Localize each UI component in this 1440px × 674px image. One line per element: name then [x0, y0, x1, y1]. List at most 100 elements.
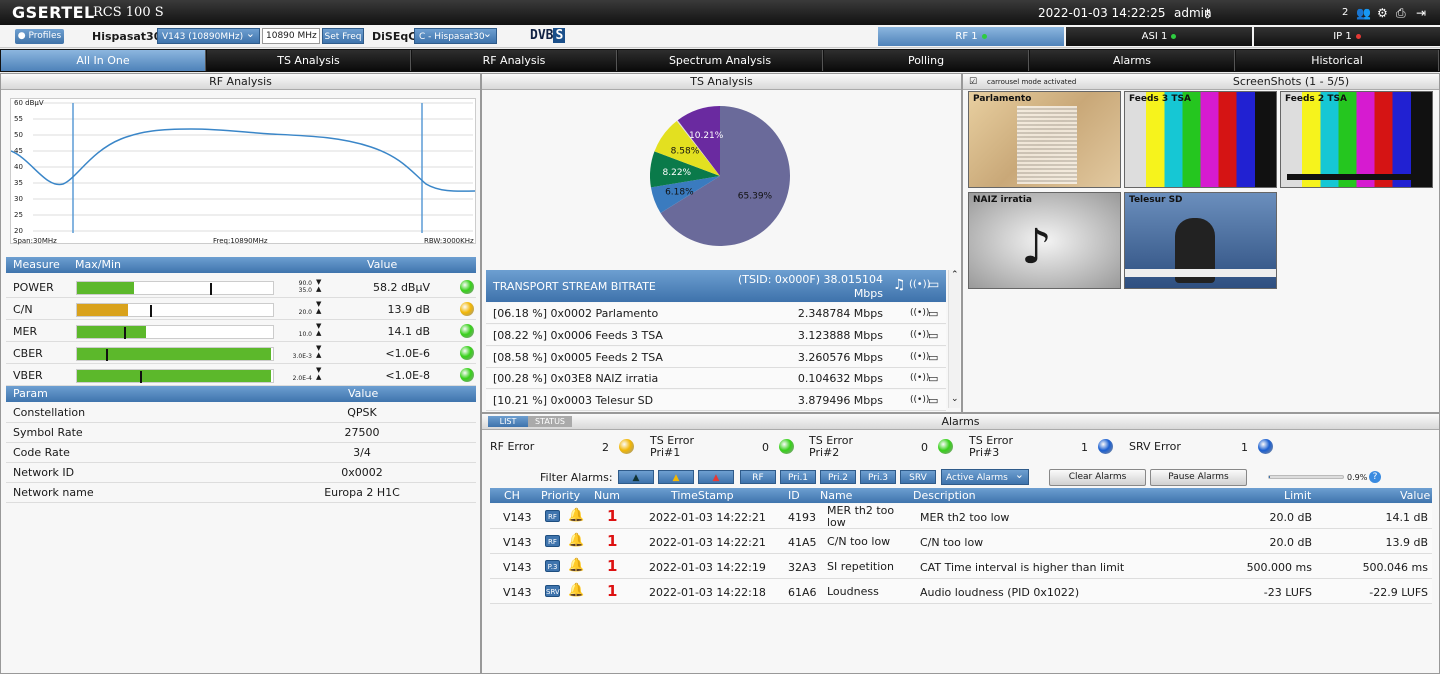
broadcast-icon[interactable]: ((•))	[910, 368, 929, 389]
screenshot-feeds2[interactable]: Feeds 2 TSA	[1280, 91, 1433, 188]
monitor-icon[interactable]: ▭	[928, 390, 938, 411]
gear-icon[interactable]: ⚙	[1377, 6, 1388, 20]
filter-srv[interactable]: SRV	[900, 470, 936, 484]
filter-pri1[interactable]: Pri.1	[780, 470, 816, 484]
music-note-icon: ♪	[1021, 219, 1052, 275]
nav-rf-analysis[interactable]: RF Analysis	[412, 50, 617, 71]
nav-all-in-one[interactable]: All In One	[1, 50, 206, 71]
profiles-button[interactable]: ● Profiles	[15, 29, 64, 44]
nav-polling[interactable]: Polling	[824, 50, 1029, 71]
transponder-select[interactable]: V143 (10890MHz)	[157, 26, 260, 44]
service-row[interactable]: [06.18 %] 0x0002 Parlamento 2.348784 Mbps…	[486, 303, 946, 324]
check-icon[interactable]: ☑	[969, 74, 977, 90]
monitor-icon[interactable]: ▭	[928, 347, 938, 368]
measure-tick	[124, 327, 127, 339]
filter-bell-yellow[interactable]: ▲	[658, 470, 694, 484]
range-arrows-icon[interactable]: ▼ ▲	[316, 323, 321, 337]
priority-badge: RF	[545, 510, 560, 522]
range-arrows-icon[interactable]: ▼ ▲	[316, 367, 321, 381]
measure-bar	[76, 325, 274, 339]
broadcast-icon[interactable]: ((•))	[910, 390, 929, 411]
measure-min: 10.0	[298, 331, 312, 338]
monitor-icon[interactable]: ▭	[928, 277, 939, 291]
print-icon[interactable]: ⎙	[1396, 6, 1406, 21]
broadcast-icon[interactable]: ((•))	[910, 303, 929, 324]
filter-pri3[interactable]: Pri.3	[860, 470, 896, 484]
screenshot-telesur[interactable]: Telesur SD	[1124, 192, 1277, 289]
set-freq-button[interactable]: Set Freq	[322, 28, 364, 44]
service-row[interactable]: [08.22 %] 0x0006 Feeds 3 TSA 3.123888 Mbp…	[486, 324, 946, 346]
logout-icon[interactable]: ⇥	[1416, 6, 1426, 20]
measure-header: Measure Max/Min Value	[6, 257, 476, 273]
screenshot-naiz[interactable]: NAIZ irratia ♪	[968, 192, 1121, 289]
nav-spectrum-analysis[interactable]: Spectrum Analysis	[618, 50, 823, 71]
scroll-up-icon[interactable]: ⌃	[951, 270, 959, 280]
y-tick-label: 60	[14, 99, 23, 107]
help-icon[interactable]: ?	[1369, 471, 1381, 483]
screenshot-feeds3[interactable]: Feeds 3 TSA	[1124, 91, 1277, 188]
chip-label: RF Error	[490, 440, 535, 453]
filter-pri2[interactable]: Pri.2	[820, 470, 856, 484]
rbw-label: RBW:3000KHz	[424, 237, 474, 245]
channel-label: IP 1	[1333, 31, 1352, 42]
alarm-row[interactable]: V143 RF 🔔 1 2022-01-03 14:22:21 41A5 C/N too l…	[490, 529, 1432, 554]
service-row[interactable]: [00.28 %] 0x03E8 NAIZ irratia 0.104632 Mb…	[486, 368, 946, 390]
measure-name: POWER	[13, 281, 54, 294]
dvb-logo-suffix: S	[553, 28, 566, 43]
alarm-name: SI repetition	[827, 560, 894, 573]
alarm-row[interactable]: V143 P.3 🔔 1 2022-01-03 14:22:19 32A3 SI repet…	[490, 554, 1432, 579]
spectrum-y-axis: 60 dBμV 55 50 45 40 35 30 25 20	[14, 95, 44, 239]
measure-bar-fill	[77, 326, 146, 338]
spectrum-svg	[10, 102, 476, 233]
range-arrows-icon[interactable]: ▼ ▲	[316, 279, 321, 293]
filter-bell-blue[interactable]: ▲	[618, 470, 654, 484]
screenshot-parlamento[interactable]: Parlamento	[968, 91, 1121, 188]
nav-alarms[interactable]: Alarms	[1030, 50, 1235, 71]
nav-historical[interactable]: Historical	[1236, 50, 1439, 71]
service-row[interactable]: [08.58 %] 0x0005 Feeds 2 TSA 3.260576 Mbp…	[486, 346, 946, 368]
chip-count: 1	[1241, 441, 1248, 454]
monitor-icon[interactable]: ▭	[928, 368, 938, 389]
measure-bar	[76, 303, 274, 317]
measure-name: CBER	[13, 347, 43, 360]
bell-icon: ▲	[712, 473, 720, 483]
service-label: [10.21 %] 0x0003 Telesur SD	[493, 394, 654, 408]
filter-rf[interactable]: RF	[740, 470, 776, 484]
col-num: Num	[594, 489, 620, 502]
channel-tab-ip1[interactable]: IP 1	[1254, 27, 1440, 46]
measure-max: 90.0	[298, 280, 312, 287]
progress-label: 0.9%	[1347, 473, 1368, 482]
ts-scrollbar[interactable]: ⌃ ⌄	[948, 270, 960, 408]
channel-tab-asi1[interactable]: ASI 1	[1066, 27, 1252, 46]
user-group-icon[interactable]: 👥	[1356, 6, 1371, 20]
channel-tab-rf1[interactable]: RF 1	[878, 27, 1064, 46]
nav-ts-analysis[interactable]: TS Analysis	[207, 50, 411, 71]
param-name: Code Rate	[13, 446, 70, 459]
broadcast-icon[interactable]: ((•))	[910, 325, 929, 346]
col-value: Value	[1400, 489, 1431, 502]
monitor-icon[interactable]: ▭	[928, 325, 938, 346]
alarm-row[interactable]: V143 RF 🔔 1 2022-01-03 14:22:21 4193 MER th2 t…	[490, 504, 1432, 529]
tab-status[interactable]: STATUS	[528, 416, 572, 427]
audio-icon[interactable]: ♫	[893, 277, 906, 293]
tab-list[interactable]: LIST	[488, 416, 528, 427]
frequency-input[interactable]: 10890 MHz	[262, 28, 320, 44]
broadcast-icon[interactable]: ((•))	[910, 347, 929, 368]
diseqc-select[interactable]: C - Hispasat30	[414, 26, 497, 44]
key-icon[interactable]: ⚷	[1203, 6, 1212, 20]
measure-bar-fill	[77, 304, 128, 316]
service-row[interactable]: [10.21 %] 0x0003 Telesur SD 3.879496 Mbps…	[486, 390, 946, 412]
alarm-row[interactable]: V143 SRV 🔔 1 2022-01-03 14:22:18 61A6 Loudness…	[490, 579, 1432, 604]
monitor-icon[interactable]: ▭	[928, 303, 938, 324]
scroll-down-icon[interactable]: ⌄	[951, 394, 959, 404]
carrousel-mode: carrousel mode activated	[987, 78, 1077, 86]
clear-alarms-button[interactable]: Clear Alarms	[1049, 469, 1146, 486]
active-alarms-select[interactable]: Active Alarms	[941, 467, 1029, 485]
range-arrows-icon[interactable]: ▼ ▲	[316, 345, 321, 359]
param-name: Network ID	[13, 466, 75, 479]
pause-alarms-button[interactable]: Pause Alarms	[1150, 469, 1247, 486]
range-arrows-icon[interactable]: ▼ ▲	[316, 301, 321, 315]
measure-value: <1.0E-6	[385, 347, 430, 360]
param-name: Network name	[13, 486, 94, 499]
filter-bell-red[interactable]: ▲	[698, 470, 734, 484]
